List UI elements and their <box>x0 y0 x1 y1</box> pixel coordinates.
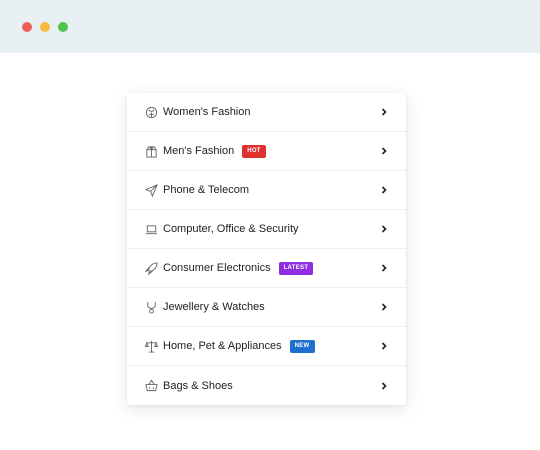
chevron-right-icon <box>380 264 388 272</box>
menu-item-computer-office-security[interactable]: Computer, Office & Security <box>127 210 406 249</box>
chevron-right-icon <box>380 342 388 350</box>
close-window-button[interactable] <box>22 22 32 32</box>
hot-badge: HOT <box>242 144 266 158</box>
minimize-window-button[interactable] <box>40 22 50 32</box>
menu-item-home-pet-appliances[interactable]: Home, Pet & Appliances NEW <box>127 327 406 366</box>
chevron-right-icon <box>380 381 388 390</box>
maximize-window-button[interactable] <box>58 22 68 32</box>
menu-item-label: Women's Fashion <box>163 106 251 118</box>
send-icon <box>145 183 158 197</box>
menu-item-jewellery-watches[interactable]: Jewellery & Watches <box>127 288 406 327</box>
category-menu: Women's Fashion Men's Fashion HOT Phone … <box>127 93 406 405</box>
new-badge: NEW <box>289 339 315 353</box>
menu-item-consumer-electronics[interactable]: Consumer Electronics LATEST <box>127 249 406 288</box>
shirt-icon <box>145 145 158 158</box>
menu-item-label: Consumer Electronics <box>163 262 271 274</box>
menu-item-label: Men's Fashion <box>163 145 235 157</box>
menu-item-label: Bags & Shoes <box>163 379 233 392</box>
menu-item-phone-telecom[interactable]: Phone & Telecom <box>127 171 406 210</box>
chevron-right-icon <box>380 303 388 311</box>
menu-item-bags-shoes[interactable]: Bags & Shoes <box>127 366 406 405</box>
chevron-right-icon <box>380 147 388 155</box>
menu-item-label: Phone & Telecom <box>163 184 250 196</box>
laptop-icon <box>145 223 158 236</box>
chevron-right-icon <box>380 225 388 233</box>
latest-badge: LATEST <box>278 261 314 275</box>
chevron-right-icon <box>380 108 388 116</box>
chevron-right-icon <box>380 186 388 194</box>
menu-item-label: Home, Pet & Appliances <box>163 340 282 352</box>
menu-item-womens-fashion[interactable]: Women's Fashion <box>127 93 406 132</box>
menu-item-label: Jewellery & Watches <box>163 301 265 313</box>
menu-item-label: Computer, Office & Security <box>163 223 299 235</box>
jewelry-icon <box>145 301 158 314</box>
rocket-icon <box>145 261 158 275</box>
scale-icon <box>145 340 158 353</box>
basket-icon <box>145 379 158 392</box>
window-title-bar <box>0 0 540 53</box>
dress-icon <box>145 106 158 119</box>
menu-item-mens-fashion[interactable]: Men's Fashion HOT <box>127 132 406 171</box>
